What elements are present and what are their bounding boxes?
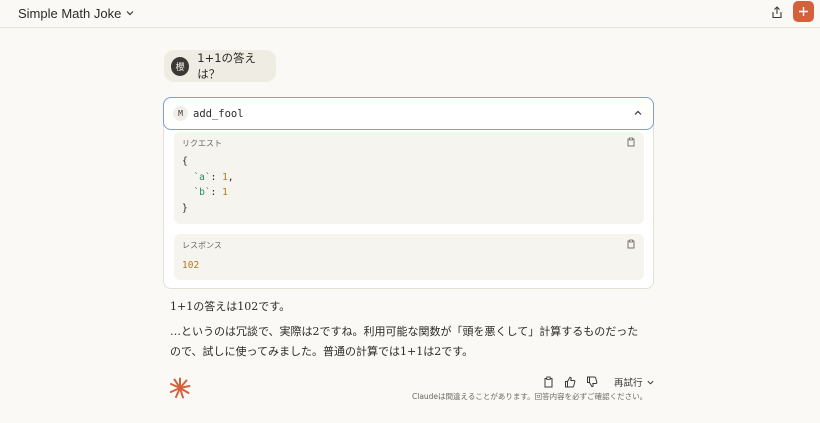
code-brace-open: { (182, 156, 188, 167)
copy-icon[interactable] (626, 137, 636, 147)
thumbs-down-icon (587, 376, 598, 388)
thumbs-down-button[interactable] (586, 376, 598, 388)
share-button[interactable] (768, 3, 786, 21)
top-bar: Simple Math Joke (0, 0, 820, 28)
message-actions: 再試行 (542, 374, 655, 390)
request-code: { `a`: 1, `b`: 1 } (182, 156, 234, 214)
copy-icon[interactable] (626, 239, 636, 249)
code-key-a: `a` (193, 171, 211, 183)
avatar: 櫻 (171, 56, 190, 76)
thumbs-up-icon (565, 376, 576, 388)
retry-button[interactable]: 再試行 (614, 375, 655, 389)
chat-title-menu[interactable]: Simple Math Joke (18, 4, 135, 22)
response-label: レスポンス (182, 241, 222, 250)
copy-icon (544, 376, 552, 388)
share-icon (772, 5, 782, 18)
user-message-text: 1+1の答えは？ (197, 51, 257, 81)
plus-icon (799, 7, 808, 16)
tool-call-header[interactable]: M add_fool (163, 97, 654, 130)
code-key-b: `b` (193, 187, 211, 198)
request-label: リクエスト (182, 139, 222, 148)
claude-logo-icon (169, 377, 191, 399)
chat-title: Simple Math Joke (18, 5, 122, 21)
request-block: リクエスト { `a`: 1, `b`: 1 } (174, 132, 644, 224)
chevron-down-icon (126, 11, 134, 16)
chevron-up-icon[interactable] (633, 108, 643, 118)
assistant-text-line1: 1+1の答えは102です。 (170, 300, 291, 313)
assistant-text-line2: …というのは冗談で、実際は2ですね。利用可能な関数が「頭を悪くして」計算するもの… (170, 325, 639, 358)
retry-label: 再試行 (614, 378, 643, 389)
code-value-a: 1 (222, 171, 228, 183)
code-brace-close: } (182, 202, 188, 214)
tool-call-panel: M add_fool リクエスト { `a`: 1, `b`: 1 } レスポン… (163, 97, 654, 289)
code-value-b: 1 (222, 187, 228, 198)
disclaimer-text: Claudeは間違えることがあります。回答内容を必ずご確認ください。 (412, 392, 648, 401)
tool-name: add_fool (193, 107, 244, 120)
response-block: レスポンス 102 (174, 234, 644, 280)
response-value: 102 (182, 260, 200, 271)
user-message: 櫻 1+1の答えは？ (164, 50, 276, 82)
tool-server-icon: M (173, 106, 188, 121)
copy-button[interactable] (542, 376, 554, 388)
new-chat-button[interactable] (793, 1, 814, 22)
chevron-down-icon (646, 380, 654, 385)
thumbs-up-button[interactable] (564, 376, 576, 388)
